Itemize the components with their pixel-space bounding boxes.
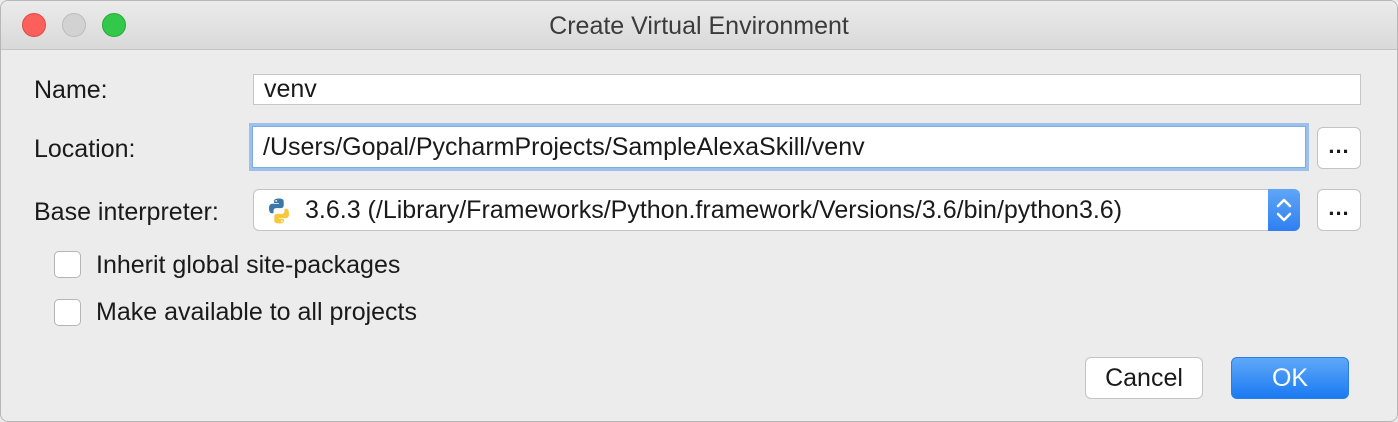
combo-arrows[interactable] [1268, 189, 1300, 231]
dialog-window: Create Virtual Environment Name: venv Lo… [0, 0, 1398, 422]
cancel-button[interactable]: Cancel [1085, 357, 1203, 399]
ok-button[interactable]: OK [1231, 357, 1349, 399]
interpreter-select[interactable]: 3.6.3 (/Library/Frameworks/Python.framew… [253, 189, 1300, 231]
interpreter-browse-button[interactable]: ... [1317, 189, 1361, 231]
location-label: Location: [34, 135, 136, 163]
inherit-site-packages-checkbox[interactable] [54, 251, 81, 278]
title-bar: Create Virtual Environment [1, 1, 1397, 50]
python-logo-icon [269, 198, 289, 224]
name-label: Name: [34, 76, 108, 104]
location-field[interactable]: /Users/Gopal/PycharmProjects/SampleAlexa… [252, 126, 1306, 168]
name-field[interactable]: venv [253, 74, 1361, 105]
interpreter-label: Base interpreter: [34, 198, 219, 226]
inherit-site-packages-label: Inherit global site-packages [96, 251, 401, 279]
interpreter-value: 3.6.3 (/Library/Frameworks/Python.framew… [305, 196, 1123, 224]
chevron-up-down-icon [1276, 198, 1292, 222]
dialog-title: Create Virtual Environment [549, 12, 849, 40]
make-available-label: Make available to all projects [96, 298, 417, 326]
location-browse-button[interactable]: ... [1317, 127, 1361, 169]
make-available-checkbox[interactable] [54, 299, 81, 326]
